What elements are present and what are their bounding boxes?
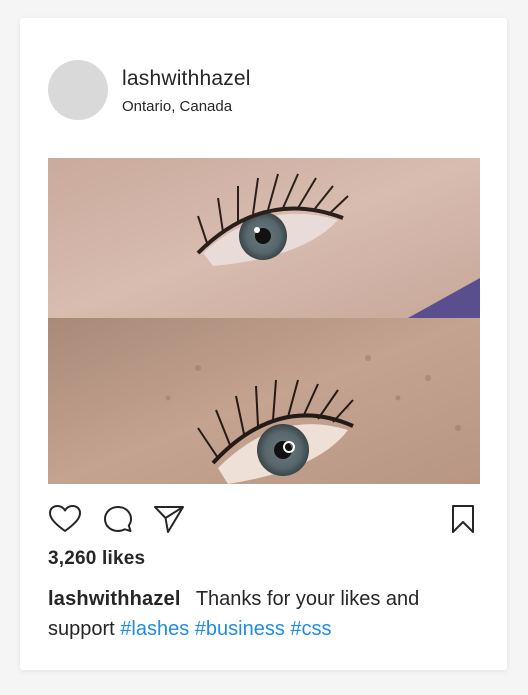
hashtag-link[interactable]: #business bbox=[195, 618, 285, 640]
caption-username[interactable]: lashwithhazel bbox=[48, 588, 181, 610]
header-text: lashwithhazel Ontario, Canada bbox=[122, 66, 251, 115]
post-header: lashwithhazel Ontario, Canada bbox=[48, 60, 251, 120]
send-icon bbox=[154, 506, 184, 533]
share-button[interactable] bbox=[152, 504, 186, 534]
caption: lashwithhazel Thanks for your likes and … bbox=[48, 584, 488, 644]
bookmark-icon bbox=[452, 505, 474, 533]
username[interactable]: lashwithhazel bbox=[122, 66, 251, 92]
comment-icon bbox=[104, 506, 132, 532]
like-button[interactable] bbox=[48, 504, 82, 534]
likes-count[interactable]: 3,260 likes bbox=[48, 548, 145, 570]
location[interactable]: Ontario, Canada bbox=[122, 98, 251, 115]
avatar[interactable] bbox=[48, 60, 108, 120]
hashtag-link[interactable]: #lashes bbox=[120, 618, 189, 640]
heart-icon bbox=[49, 505, 81, 532]
comment-button[interactable] bbox=[101, 504, 135, 534]
post-card: lashwithhazel Ontario, Canada 3,260 like… bbox=[20, 18, 507, 670]
save-button[interactable] bbox=[446, 504, 480, 534]
action-bar bbox=[48, 504, 480, 534]
post-photo[interactable] bbox=[48, 158, 480, 484]
hashtag-link[interactable]: #css bbox=[290, 618, 331, 640]
